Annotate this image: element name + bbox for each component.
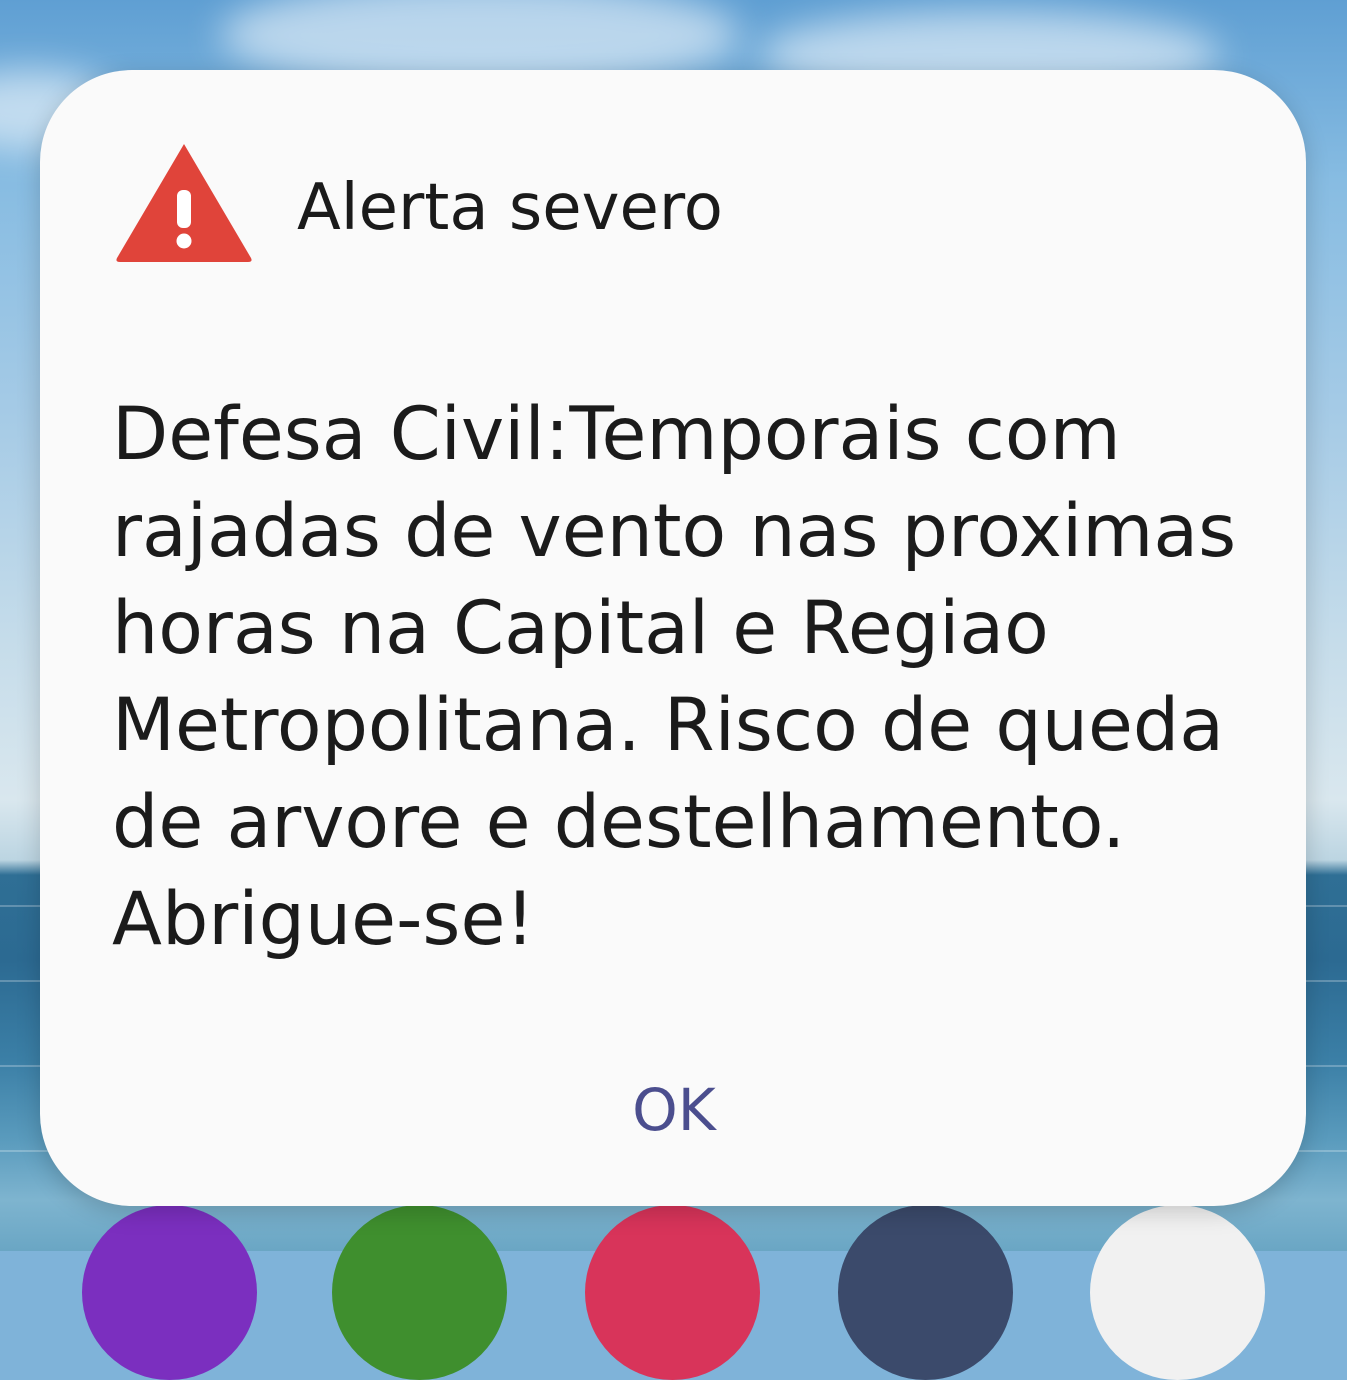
alert-title: Alerta severo — [297, 171, 723, 245]
purple-app-icon[interactable] — [82, 1205, 257, 1380]
settings-app-icon[interactable] — [838, 1205, 1013, 1380]
warning-exclamation-bar — [177, 190, 191, 228]
alert-message: Defesa Civil:Temporais com rajadas de ve… — [112, 392, 1237, 962]
phone-app-icon[interactable] — [332, 1205, 507, 1380]
gallery-app-icon[interactable] — [1090, 1205, 1265, 1380]
warning-triangle-icon — [116, 144, 252, 262]
ok-button[interactable]: OK — [574, 1060, 774, 1160]
messages-app-icon[interactable] — [585, 1205, 760, 1380]
warning-exclamation-dot — [176, 233, 192, 249]
